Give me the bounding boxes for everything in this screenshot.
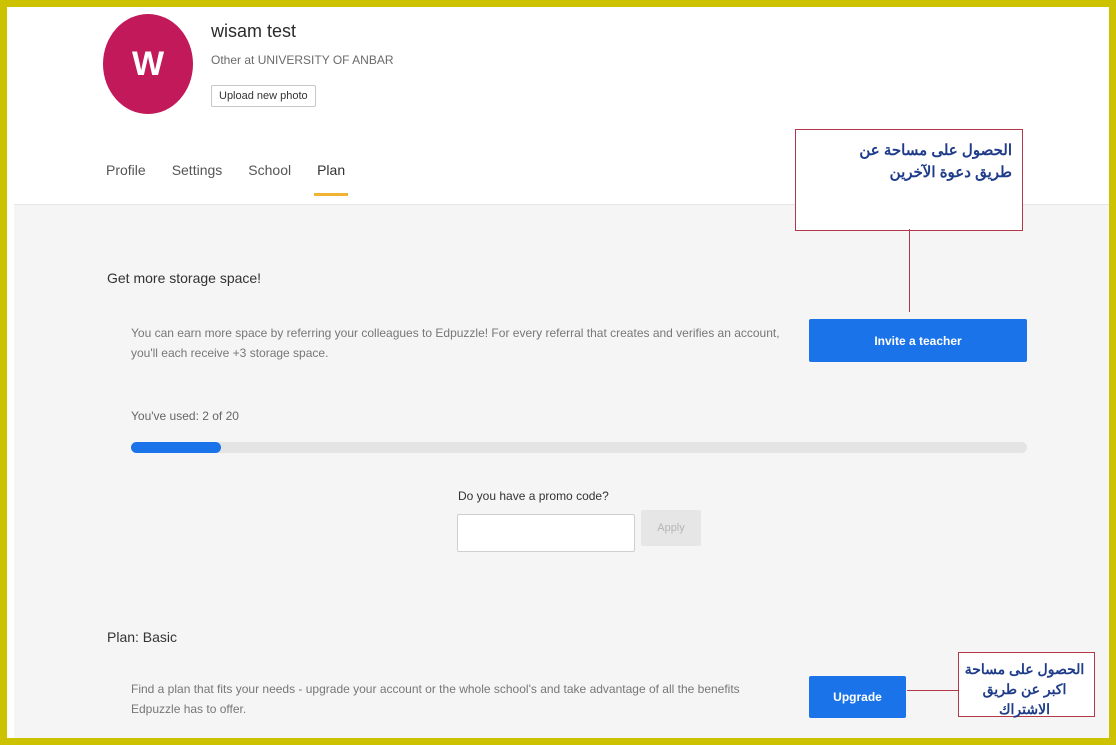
plan-description: Find a plan that fits your needs - upgra… — [131, 679, 740, 719]
storage-title: Get more storage space! — [107, 270, 262, 286]
invite-annotation-connector — [909, 229, 910, 312]
tab-plan[interactable]: Plan — [314, 162, 349, 196]
upgrade-annotation-line1: الحصول على مساحة — [964, 661, 1085, 677]
invite-annotation-line1: الحصول على مساحة عن — [859, 142, 1012, 159]
upgrade-button[interactable]: Upgrade — [809, 676, 906, 718]
user-role: Other at UNIVERSITY OF ANBAR — [211, 53, 394, 67]
tab-school[interactable]: School — [248, 162, 291, 196]
storage-progress-fill — [131, 442, 221, 453]
tab-settings[interactable]: Settings — [172, 162, 223, 196]
upload-photo-button[interactable]: Upload new photo — [211, 85, 316, 107]
storage-description: You can earn more space by referring you… — [131, 323, 780, 363]
promo-code-input[interactable] — [457, 514, 635, 552]
invite-teacher-button[interactable]: Invite a teacher — [809, 319, 1027, 362]
upgrade-annotation: الحصول على مساحة اكبر عن طريق الاشتراك — [958, 652, 1095, 717]
plan-description-line2: Edpuzzle has to offer. — [131, 702, 247, 716]
invite-annotation-line2: طريق دعوة الآخرين — [889, 164, 1012, 181]
upgrade-annotation-connector — [907, 690, 959, 691]
tab-profile[interactable]: Profile — [106, 162, 146, 196]
screenshot-frame: W wisam test Other at UNIVERSITY OF ANBA… — [0, 0, 1116, 745]
user-name: wisam test — [211, 21, 297, 41]
storage-description-line1: You can earn more space by referring you… — [131, 326, 780, 340]
plan-description-line1: Find a plan that fits your needs - upgra… — [131, 682, 740, 696]
upgrade-annotation-line2: اكبر عن طريق الاشتراك — [982, 681, 1067, 717]
avatar[interactable]: W — [103, 14, 193, 114]
invite-annotation: الحصول على مساحة عن طريق دعوة الآخرين — [795, 129, 1023, 231]
tab-bar: Profile Settings School Plan — [106, 162, 371, 196]
apply-button[interactable]: Apply — [641, 510, 701, 546]
storage-description-line2: you'll each receive +3 storage space. — [131, 346, 329, 360]
storage-used-label: You've used: 2 of 20 — [131, 409, 239, 423]
promo-label: Do you have a promo code? — [458, 489, 609, 503]
storage-progress-bar — [131, 442, 1027, 453]
plan-title: Plan: Basic — [107, 629, 178, 645]
